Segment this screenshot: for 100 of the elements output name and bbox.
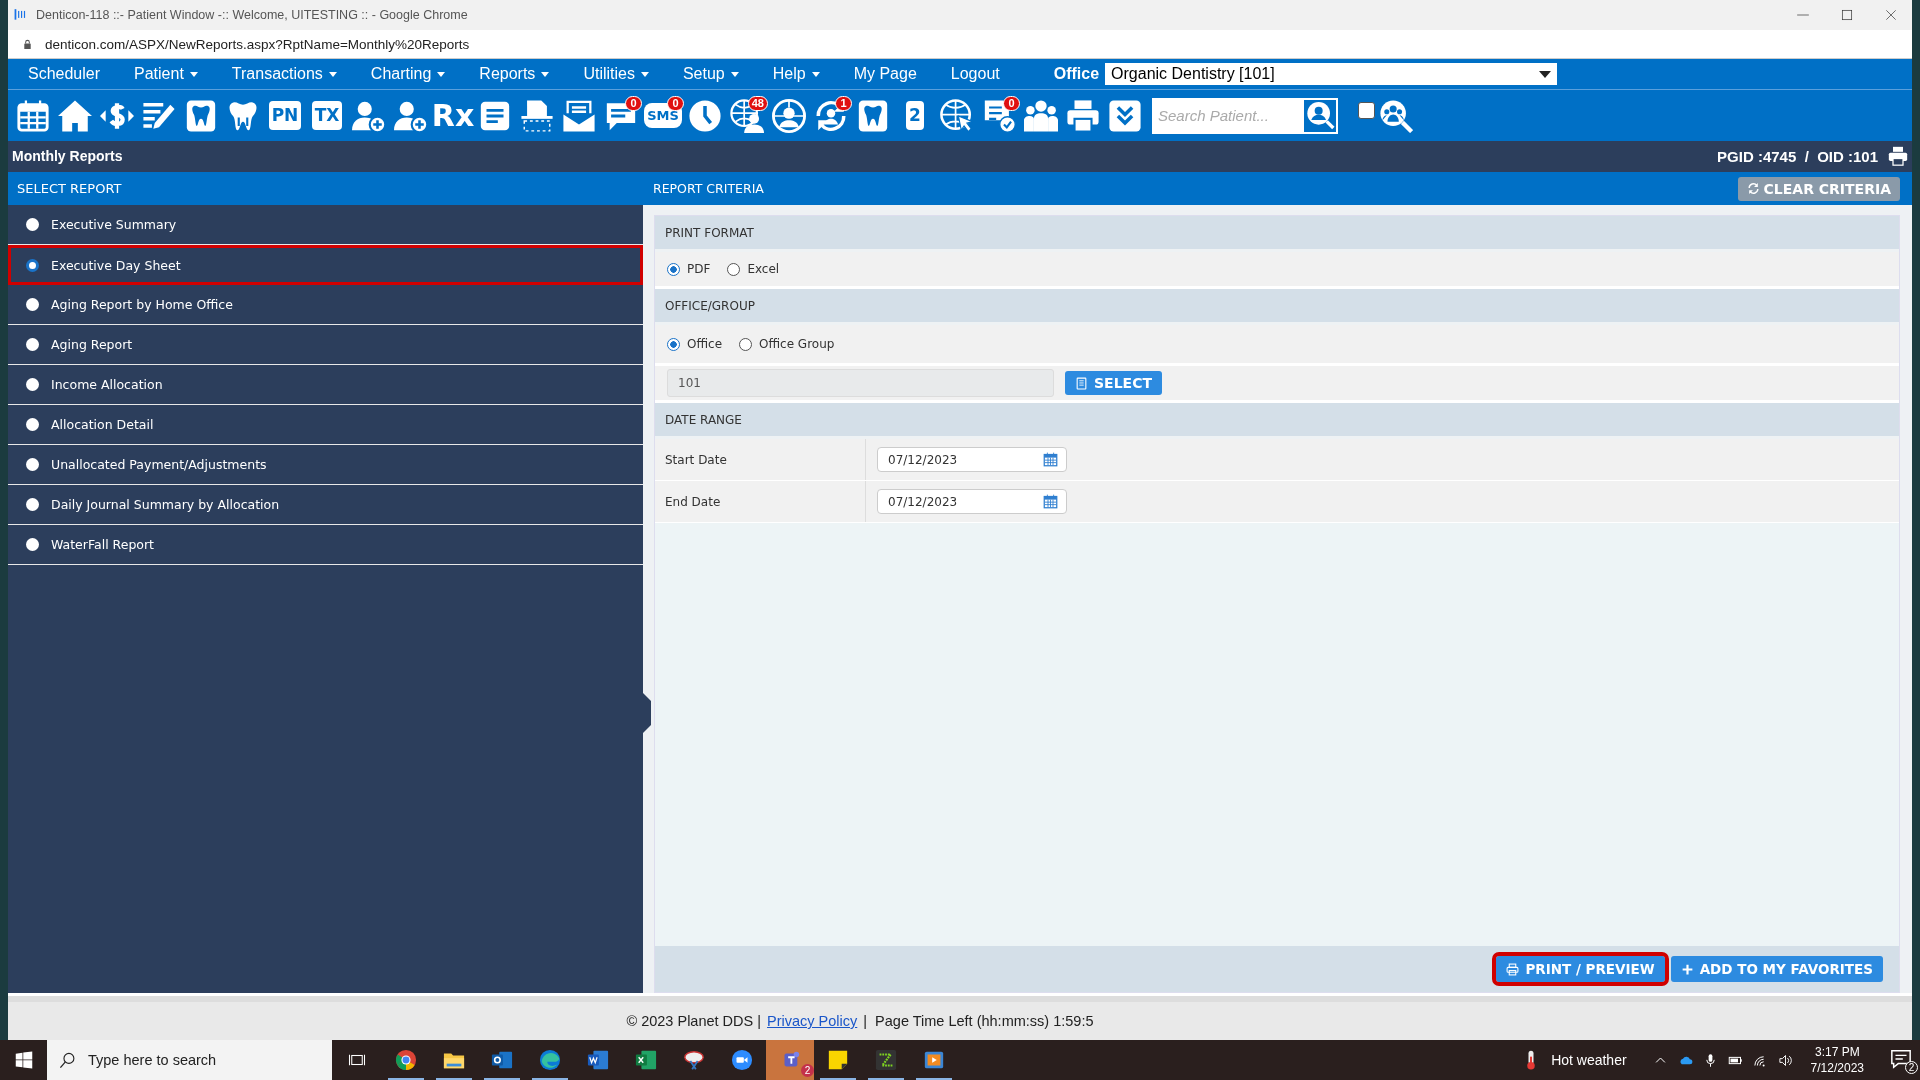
report-option[interactable]: Allocation Detail	[8, 405, 643, 445]
maximize-icon[interactable]	[1840, 8, 1854, 22]
taskbar-search-field[interactable]: Type here to search	[47, 1040, 332, 1080]
video-app-icon[interactable]	[731, 1049, 753, 1071]
menu-item[interactable]: Scheduler	[28, 65, 101, 83]
browser-icon[interactable]	[395, 1049, 417, 1071]
menu-item[interactable]: Logout	[950, 65, 1000, 83]
select-button[interactable]: SELECT	[1065, 371, 1162, 395]
document-app-icon[interactable]	[587, 1049, 609, 1071]
window-title: Denticon-118 ::- Patient Window -:: Welcome, UITESTING :: - Google Chrome	[36, 8, 469, 22]
date-field[interactable]: 07/12/2023	[877, 447, 1067, 472]
tooth-tile-icon[interactable]	[856, 98, 890, 133]
notification-badge: 2	[801, 1064, 814, 1077]
notification-badge: 0	[667, 95, 684, 111]
toolbar-button[interactable]: PN	[268, 101, 302, 130]
add-favorites-button[interactable]: ADD TO MY FAVORITES	[1670, 956, 1883, 982]
checkbox[interactable]	[1358, 102, 1375, 119]
menu-item[interactable]: My Page	[853, 65, 917, 83]
radio-button[interactable]	[26, 418, 39, 431]
report-option[interactable]: Income Allocation	[8, 365, 643, 405]
report-option[interactable]: Daily Journal Summary by Allocation	[8, 485, 643, 525]
radio-button[interactable]	[26, 298, 39, 311]
patient-search-field[interactable]: Search Patient...	[1152, 97, 1302, 134]
privacy-policy-link[interactable]: Privacy Policy	[767, 1013, 858, 1029]
menu-item[interactable]: Setup	[682, 65, 739, 83]
envelope-icon[interactable]	[562, 98, 596, 133]
report-option[interactable]: Aging Report by Home Office	[8, 285, 643, 325]
report-option[interactable]: Executive Day Sheet	[8, 245, 643, 285]
document-icon	[1075, 376, 1088, 390]
chevron-icon[interactable]	[1108, 98, 1142, 133]
refresh-user-icon[interactable]	[814, 98, 848, 133]
radio-button[interactable]	[26, 258, 39, 272]
taskbar-highlight[interactable]: 2	[766, 1040, 814, 1080]
search-icon	[59, 1051, 76, 1069]
speaker-icon[interactable]	[1777, 1052, 1793, 1068]
toolbar-button[interactable]: TX	[311, 101, 343, 130]
radio-button[interactable]	[727, 262, 741, 276]
search-input[interactable]: Search Patient...	[1152, 106, 1298, 125]
clock[interactable]: 3:17 PM 7/12/2023	[1810, 1044, 1864, 1076]
note-app-icon[interactable]	[827, 1049, 849, 1071]
radio-button[interactable]	[26, 498, 39, 511]
report-option[interactable]: Aging Report	[8, 325, 643, 365]
field-label: End Date	[665, 494, 721, 509]
people-icon[interactable]	[1024, 98, 1058, 133]
close-icon[interactable]	[1884, 8, 1898, 22]
globe-cursor-icon[interactable]	[940, 98, 974, 133]
scanner-icon[interactable]	[520, 98, 554, 133]
lock-icon	[22, 38, 33, 50]
menu-item[interactable]: Charting	[370, 65, 446, 83]
menu-item[interactable]: Help	[772, 65, 820, 83]
date-field[interactable]: 07/12/2023	[877, 489, 1067, 514]
start-icon[interactable]	[15, 1051, 33, 1069]
calendar-icon[interactable]	[1043, 452, 1058, 467]
printer-icon[interactable]	[1066, 98, 1100, 133]
search-icon[interactable]	[1302, 97, 1338, 134]
radio-label: PDF	[687, 262, 711, 276]
menu-item[interactable]: Reports	[479, 65, 550, 83]
menu-item[interactable]: Transactions	[231, 65, 337, 83]
radio-button[interactable]	[26, 378, 39, 391]
menu-item[interactable]: Utilities	[583, 65, 649, 83]
url-text[interactable]: denticon.com/ASPX/NewReports.aspx?RptName=Monthly%20Reports	[45, 36, 470, 52]
report-option[interactable]: Executive Summary	[8, 205, 643, 245]
tooth-tile-icon[interactable]	[184, 98, 218, 133]
app-icon[interactable]	[875, 1049, 897, 1071]
media-player-icon[interactable]	[923, 1049, 945, 1071]
clear-criteria-button[interactable]: CLEAR CRITERIA	[1737, 176, 1900, 201]
spreadsheet-app-icon[interactable]	[635, 1049, 657, 1071]
calendar-icon[interactable]	[16, 98, 50, 133]
radio-button[interactable]	[667, 262, 680, 276]
notifications-icon[interactable]	[1890, 1048, 1912, 1070]
search-input[interactable]: Type here to search	[86, 1051, 330, 1069]
radio-button[interactable]	[26, 338, 39, 351]
toolbar-button[interactable]: Rx	[431, 100, 475, 131]
weather-text[interactable]: Hot weather	[1551, 1052, 1627, 1068]
scissors-icon[interactable]	[683, 1049, 705, 1071]
toolbar-button[interactable]: 2	[906, 101, 924, 130]
office-field[interactable]: 101	[667, 369, 1054, 397]
calendar-icon[interactable]	[1043, 494, 1058, 509]
radio-button[interactable]	[26, 218, 39, 231]
printer-icon[interactable]	[1888, 146, 1908, 166]
browser-icon[interactable]	[539, 1049, 561, 1071]
menu-item[interactable]: Patient	[134, 65, 198, 83]
globe-user-icon[interactable]	[772, 98, 806, 133]
radio-button[interactable]	[667, 337, 680, 351]
group-search-icon[interactable]	[1379, 98, 1413, 133]
caret-icon	[189, 71, 198, 77]
notification-badge: 1	[835, 95, 852, 111]
radio-button[interactable]	[739, 337, 753, 351]
notification-badge: 48	[747, 95, 768, 111]
report-option[interactable]: Unallocated Payment/Adjustments	[8, 445, 643, 485]
home-icon[interactable]	[58, 98, 92, 133]
report-option[interactable]: WaterFall Report	[8, 525, 643, 565]
mail-app-icon[interactable]	[491, 1049, 513, 1071]
radio-button[interactable]	[26, 538, 39, 551]
clock-icon[interactable]	[688, 98, 722, 133]
field-label: Start Date	[665, 452, 727, 467]
office-dropdown[interactable]: Organic Dentistry [101]	[1105, 63, 1558, 85]
globe-person-icon[interactable]	[730, 98, 764, 133]
radio-button[interactable]	[26, 458, 39, 471]
section-header: OFFICE/GROUP	[655, 289, 1899, 325]
